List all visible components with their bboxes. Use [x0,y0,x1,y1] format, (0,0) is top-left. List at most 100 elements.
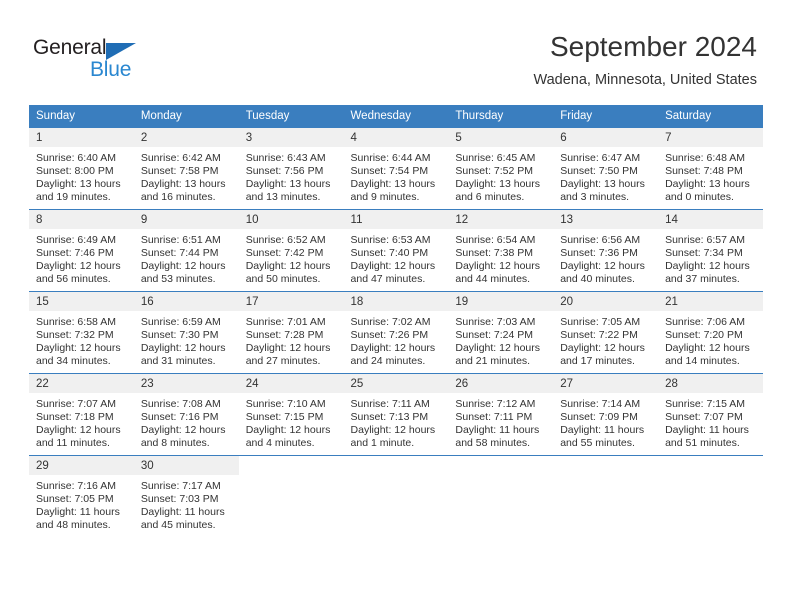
calendar-day-cell[interactable]: 2 Sunrise: 6:42 AM Sunset: 7:58 PM Dayli… [133,127,239,210]
calendar-day-cell[interactable]: 28 Sunrise: 7:15 AM Sunset: 7:07 PM Dayl… [658,373,763,456]
daylight-text-line1: Daylight: 12 hours [36,424,121,437]
day-number: 6 [553,128,659,147]
daylight-text-line1: Daylight: 11 hours [140,506,225,519]
day-details [553,475,658,537]
calendar-day-cell[interactable]: 7 Sunrise: 6:48 AM Sunset: 7:48 PM Dayli… [658,127,763,210]
calendar-day-cell[interactable]: 25 Sunrise: 7:11 AM Sunset: 7:13 PM Dayl… [343,373,449,456]
sunset-text: Sunset: 7:52 PM [455,165,534,178]
daylight-text-line2: and 16 minutes. [140,191,216,204]
daylight-text-line2: and 50 minutes. [245,273,321,286]
daylight-text-line1: Daylight: 13 hours [350,178,436,191]
daylight-text-line2: and 53 minutes. [140,273,216,286]
daylight-text-line2: and 27 minutes. [245,355,321,368]
general-blue-logo[interactable]: General Blue [33,36,143,82]
sunrise-text: Sunrise: 6:59 AM [140,316,221,328]
daylight-text-line2: and 40 minutes. [560,273,635,286]
calendar-day-cell[interactable]: 12 Sunrise: 6:54 AM Sunset: 7:38 PM Dayl… [448,209,554,292]
day-details: Sunrise: 6:45 AM Sunset: 7:52 PM Dayligh… [448,147,553,209]
sunrise-text: Sunrise: 6:47 AM [560,152,641,164]
day-details: Sunrise: 6:54 AM Sunset: 7:38 PM Dayligh… [448,229,553,291]
sunset-text: Sunset: 7:32 PM [36,329,114,342]
calendar-day-cell[interactable]: 13 Sunrise: 6:56 AM Sunset: 7:36 PM Dayl… [553,209,659,292]
calendar-day-cell[interactable]: 27 Sunrise: 7:14 AM Sunset: 7:09 PM Dayl… [553,373,659,456]
sunrise-text: Sunrise: 7:05 AM [560,316,641,328]
calendar-header-row: Sunday Monday Tuesday Wednesday Thursday… [29,105,763,128]
calendar-day-cell[interactable]: 19 Sunrise: 7:03 AM Sunset: 7:24 PM Dayl… [448,291,554,374]
daylight-text-line1: Daylight: 12 hours [665,342,750,355]
calendar-day-cell[interactable]: 16 Sunrise: 6:59 AM Sunset: 7:30 PM Dayl… [133,291,239,374]
weekday-header-saturday: Saturday [658,105,763,128]
calendar-day-cell[interactable]: 15 Sunrise: 6:58 AM Sunset: 7:32 PM Dayl… [29,291,134,374]
calendar-day-cell[interactable]: 14 Sunrise: 6:57 AM Sunset: 7:34 PM Dayl… [658,209,763,292]
calendar-day-cell[interactable]: 18 Sunrise: 7:02 AM Sunset: 7:26 PM Dayl… [343,291,449,374]
sunset-text: Sunset: 7:16 PM [140,411,219,424]
sunset-text: Sunset: 7:15 PM [245,411,324,424]
calendar-day-cell[interactable]: 22 Sunrise: 7:07 AM Sunset: 7:18 PM Dayl… [29,373,134,456]
day-details: Sunrise: 7:14 AM Sunset: 7:09 PM Dayligh… [553,393,658,455]
calendar-table: Sunday Monday Tuesday Wednesday Thursday… [29,105,763,537]
day-number: 28 [658,374,763,393]
calendar-day-cell[interactable]: 10 Sunrise: 6:52 AM Sunset: 7:42 PM Dayl… [238,209,344,292]
calendar-day-cell[interactable]: 24 Sunrise: 7:10 AM Sunset: 7:15 PM Dayl… [238,373,344,456]
daylight-text-line2: and 4 minutes. [245,437,315,450]
calendar-day-cell[interactable]: 29 Sunrise: 7:16 AM Sunset: 7:05 PM Dayl… [29,455,134,537]
weekday-header-tuesday: Tuesday [238,105,344,128]
day-number [448,456,553,475]
calendar-day-cell[interactable]: 3 Sunrise: 6:43 AM Sunset: 7:56 PM Dayli… [238,127,344,210]
daylight-text-line2: and 9 minutes. [350,191,420,204]
sunset-text: Sunset: 7:28 PM [245,329,324,342]
sunrise-text: Sunrise: 6:52 AM [245,234,326,246]
calendar-day-cell[interactable]: 21 Sunrise: 7:06 AM Sunset: 7:20 PM Dayl… [658,291,763,374]
sunset-text: Sunset: 7:54 PM [350,165,429,178]
sunset-text: Sunset: 7:44 PM [140,247,219,260]
sunrise-text: Sunrise: 6:54 AM [455,234,536,246]
day-details: Sunrise: 7:08 AM Sunset: 7:16 PM Dayligh… [134,393,239,455]
daylight-text-line1: Daylight: 12 hours [560,342,645,355]
calendar-day-cell[interactable]: 5 Sunrise: 6:45 AM Sunset: 7:52 PM Dayli… [448,127,554,210]
calendar-day-cell[interactable]: 20 Sunrise: 7:05 AM Sunset: 7:22 PM Dayl… [553,291,659,374]
daylight-text-line1: Daylight: 12 hours [455,342,541,355]
calendar-day-cell[interactable]: 6 Sunrise: 6:47 AM Sunset: 7:50 PM Dayli… [553,127,659,210]
calendar-day-cell[interactable]: 11 Sunrise: 6:53 AM Sunset: 7:40 PM Dayl… [343,209,449,292]
logo-text-blue: Blue [90,58,132,81]
daylight-text-line2: and 19 minutes. [36,191,111,204]
weekday-header-friday: Friday [553,105,659,128]
calendar-day-cell-empty [343,455,449,537]
daylight-text-line1: Daylight: 12 hours [350,342,436,355]
day-details: Sunrise: 6:48 AM Sunset: 7:48 PM Dayligh… [658,147,763,209]
daylight-text-line2: and 8 minutes. [140,437,210,450]
calendar-page: General Blue September 2024 Wadena, Minn… [0,0,792,612]
calendar-day-cell[interactable]: 26 Sunrise: 7:12 AM Sunset: 7:11 PM Dayl… [448,373,554,456]
sunrise-text: Sunrise: 7:10 AM [245,398,326,410]
day-number: 15 [29,292,134,311]
day-number: 7 [658,128,763,147]
day-details: Sunrise: 7:17 AM Sunset: 7:03 PM Dayligh… [134,475,239,537]
day-details: Sunrise: 6:56 AM Sunset: 7:36 PM Dayligh… [553,229,658,291]
calendar-day-cell[interactable]: 30 Sunrise: 7:17 AM Sunset: 7:03 PM Dayl… [133,455,239,537]
calendar-day-cell[interactable]: 17 Sunrise: 7:01 AM Sunset: 7:28 PM Dayl… [238,291,344,374]
day-details: Sunrise: 7:12 AM Sunset: 7:11 PM Dayligh… [448,393,553,455]
sunset-text: Sunset: 7:03 PM [140,493,219,506]
sunrise-text: Sunrise: 7:06 AM [665,316,746,328]
calendar-week-row: 29 Sunrise: 7:16 AM Sunset: 7:05 PM Dayl… [29,455,763,537]
calendar-day-cell[interactable]: 8 Sunrise: 6:49 AM Sunset: 7:46 PM Dayli… [29,209,134,292]
day-details: Sunrise: 7:03 AM Sunset: 7:24 PM Dayligh… [448,311,553,373]
day-number: 5 [448,128,554,147]
daylight-text-line2: and 14 minutes. [665,355,740,368]
calendar-day-cell[interactable]: 23 Sunrise: 7:08 AM Sunset: 7:16 PM Dayl… [133,373,239,456]
calendar-day-cell[interactable]: 9 Sunrise: 6:51 AM Sunset: 7:44 PM Dayli… [133,209,239,292]
day-number: 23 [133,374,239,393]
day-details [448,475,553,537]
day-number [344,456,449,475]
calendar-day-cell[interactable]: 4 Sunrise: 6:44 AM Sunset: 7:54 PM Dayli… [343,127,449,210]
day-number: 20 [553,292,659,311]
calendar-day-cell[interactable]: 1 Sunrise: 6:40 AM Sunset: 8:00 PM Dayli… [29,127,134,210]
sunset-text: Sunset: 7:46 PM [36,247,114,260]
sunset-text: Sunset: 7:07 PM [665,411,743,424]
sunrise-text: Sunrise: 6:48 AM [665,152,746,164]
sunrise-text: Sunrise: 7:14 AM [560,398,641,410]
sunset-text: Sunset: 7:34 PM [665,247,743,260]
daylight-text-line2: and 55 minutes. [560,437,635,450]
day-number [658,456,763,475]
day-number: 24 [238,374,344,393]
